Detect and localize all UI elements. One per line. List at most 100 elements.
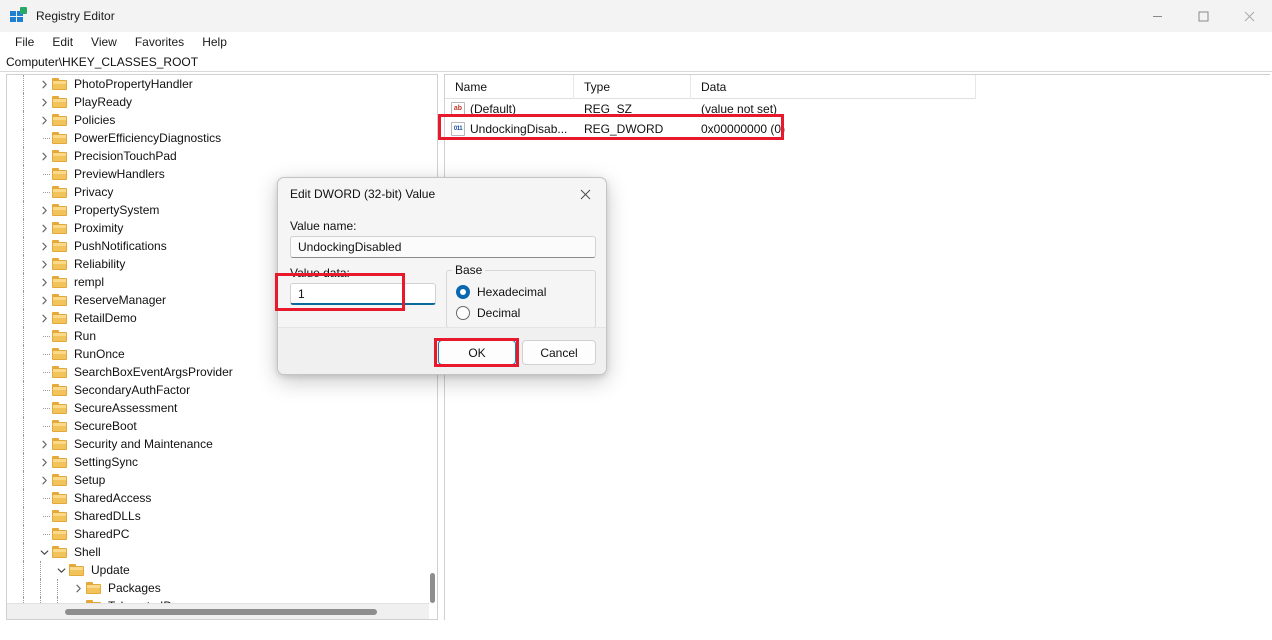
tree-item-sharedpc[interactable]: SharedPC [7,525,431,543]
tree-item-label: Reliability [74,257,126,271]
minimize-icon[interactable] [1134,0,1180,32]
folder-icon [69,562,85,578]
chevron-right-icon[interactable] [36,201,52,219]
tree-guide-line [40,579,41,597]
tree-item-setup[interactable]: Setup [7,471,431,489]
close-icon[interactable] [564,178,606,210]
dialog-title: Edit DWORD (32-bit) Value [290,187,436,201]
tree-horizontal-scrollbar[interactable] [7,603,429,619]
tree-item-precisiontouchpad[interactable]: PrecisionTouchPad [7,147,431,165]
value-name-text: UndockingDisab... [470,122,568,136]
tree-item-label: SecureBoot [74,419,137,433]
chevron-down-icon[interactable] [36,543,52,561]
tree-guide-line [23,489,24,507]
folder-icon [52,220,68,236]
tree-guide-line [23,327,24,345]
chevron-right-icon[interactable] [36,471,52,489]
folder-icon [52,238,68,254]
tree-item-policies[interactable]: Policies [7,111,431,129]
menu-item-edit[interactable]: Edit [43,32,82,52]
tree-guide-line [40,561,41,579]
address-bar[interactable]: Computer\HKEY_CLASSES_ROOT [0,52,1272,72]
tree-item-photopropertyhandler[interactable]: PhotoPropertyHandler [7,75,431,93]
tree-leaf-stub [36,345,52,363]
tree-item-secureboot[interactable]: SecureBoot [7,417,431,435]
chevron-right-icon[interactable] [36,453,52,471]
tree-item-sharedaccess[interactable]: SharedAccess [7,489,431,507]
chevron-right-icon[interactable] [36,435,52,453]
chevron-right-icon[interactable] [36,93,52,111]
folder-icon [52,436,68,452]
value-type-cell: REG_DWORD [584,122,664,136]
tree-item-label: Privacy [74,185,114,199]
tree-guide-line [23,561,24,579]
column-header-name[interactable]: Name [445,75,574,99]
table-row[interactable]: ab (Default) REG_SZ (value not set) [445,99,1270,119]
chevron-right-icon[interactable] [36,111,52,129]
menu-item-file[interactable]: File [6,32,43,52]
chevron-right-icon[interactable] [36,147,52,165]
radio-hexadecimal[interactable]: Hexadecimal [456,285,546,299]
tree-leaf-stub [36,381,52,399]
tree-leaf-stub [36,489,52,507]
tree-item-shell[interactable]: Shell [7,543,431,561]
ok-button[interactable]: OK [438,340,516,365]
tree-guide-line [23,111,24,129]
value-name-cell: 011 UndockingDisab... [445,119,574,139]
tree-item-secondaryauthfactor[interactable]: SecondaryAuthFactor [7,381,431,399]
tree-horizontal-scrollbar-thumb[interactable] [65,609,377,615]
tree-item-packages[interactable]: Packages [7,579,431,597]
tree-item-settingsync[interactable]: SettingSync [7,453,431,471]
chevron-right-icon[interactable] [36,255,52,273]
tree-guide-line [23,381,24,399]
tree-item-label: SearchBoxEventArgsProvider [74,365,233,379]
chevron-down-icon[interactable] [53,561,69,579]
value-data-cell: 0x00000000 (0) [701,122,786,136]
tree-vertical-scrollbar-thumb[interactable] [430,573,435,603]
folder-icon [52,454,68,470]
column-header-data[interactable]: Data [691,75,976,99]
chevron-right-icon[interactable] [36,273,52,291]
folder-icon [52,508,68,524]
chevron-right-icon[interactable] [36,219,52,237]
column-header-type[interactable]: Type [574,75,691,99]
value-data-input[interactable]: 1 [290,283,436,305]
tree-leaf-stub [36,417,52,435]
tree-item-security-and-maintenance[interactable]: Security and Maintenance [7,435,431,453]
folder-icon [52,472,68,488]
tree-guide-line [23,75,24,93]
chevron-right-icon[interactable] [36,291,52,309]
tree-guide-line [23,417,24,435]
menu-item-view[interactable]: View [82,32,126,52]
folder-icon [52,418,68,434]
cancel-button[interactable]: Cancel [522,340,596,365]
table-row[interactable]: 011 UndockingDisab... REG_DWORD 0x000000… [445,119,1270,139]
chevron-right-icon[interactable] [36,309,52,327]
chevron-right-icon[interactable] [70,579,86,597]
folder-icon [52,400,68,416]
radio-decimal[interactable]: Decimal [456,306,520,320]
tree-item-update[interactable]: Update [7,561,431,579]
tree-leaf-stub [36,183,52,201]
close-icon[interactable] [1226,0,1272,32]
chevron-right-icon[interactable] [36,237,52,255]
chevron-right-icon[interactable] [36,75,52,93]
maximize-icon[interactable] [1180,0,1226,32]
menu-item-help[interactable]: Help [193,32,236,52]
tree-item-shareddlls[interactable]: SharedDLLs [7,507,431,525]
tree-item-label: SharedDLLs [74,509,141,523]
tree-item-secureassessment[interactable]: SecureAssessment [7,399,431,417]
registry-path: Computer\HKEY_CLASSES_ROOT [6,54,199,69]
tree-guide-line [23,309,24,327]
tree-item-powerefficiencydiagnostics[interactable]: PowerEfficiencyDiagnostics [7,129,431,147]
folder-icon [52,256,68,272]
tree-item-playready[interactable]: PlayReady [7,93,431,111]
menu-item-favorites[interactable]: Favorites [126,32,193,52]
value-name-input[interactable]: UndockingDisabled [290,236,596,258]
